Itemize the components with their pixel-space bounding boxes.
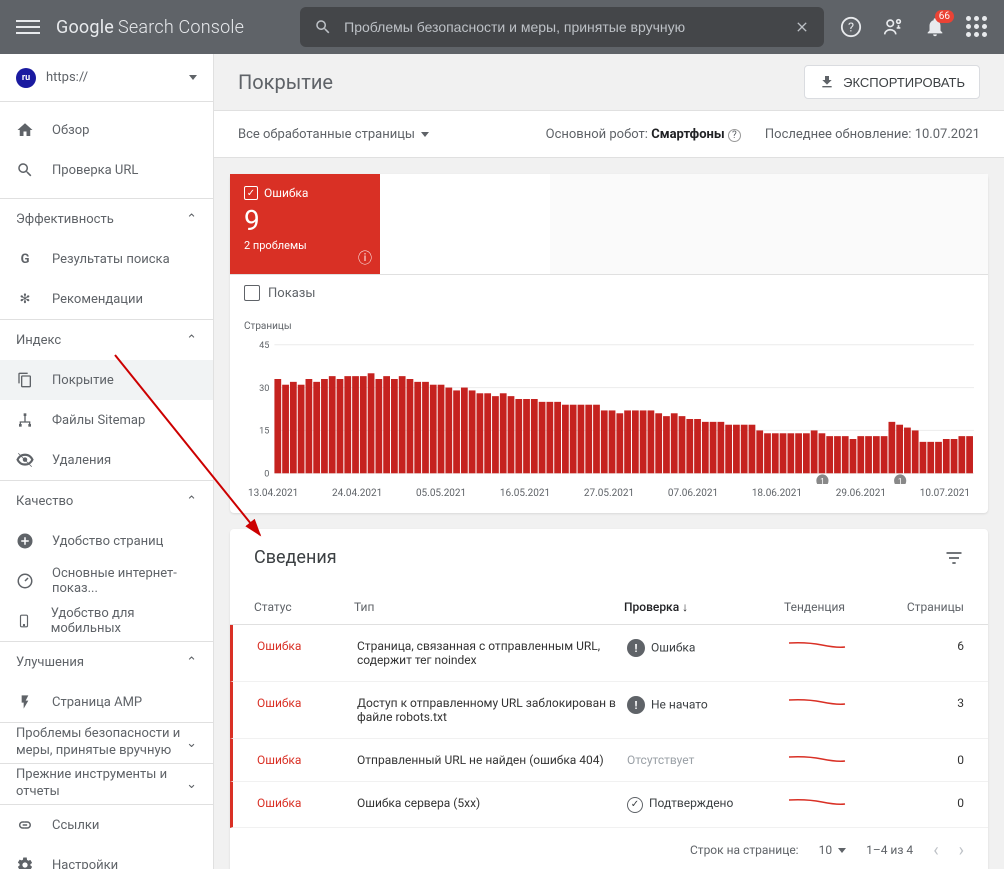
filter-icon[interactable] — [944, 548, 964, 568]
nav-url-check[interactable]: Проверка URL — [0, 150, 213, 190]
nav-overview[interactable]: Обзор — [0, 110, 213, 150]
nav-search-results[interactable]: GРезультаты поиска — [0, 239, 213, 279]
users-icon[interactable] — [882, 16, 904, 38]
hide-icon — [16, 451, 34, 469]
nav-settings[interactable]: Настройки — [0, 845, 213, 869]
tab-faded — [550, 174, 988, 274]
topbar: Google Search Console ? 66 — [0, 0, 1004, 54]
property-selector[interactable]: ru https:// — [0, 54, 213, 102]
section-improvements[interactable]: Улучшения⌃ — [0, 642, 213, 682]
download-icon — [819, 74, 835, 90]
filter-bar: Все обработанные страницы Основной робот… — [214, 110, 1004, 158]
nav-removals[interactable]: Удаления — [0, 440, 213, 480]
home-icon — [16, 121, 34, 139]
table-header: Статус Тип Проверка ↓ Тенденция Страницы — [230, 586, 988, 625]
page-prev[interactable]: ‹ — [933, 840, 938, 861]
nav-web-vitals[interactable]: Основные интернет-показ... — [0, 561, 213, 601]
arrow-down-icon: ↓ — [682, 600, 688, 614]
svg-text:30: 30 — [259, 383, 269, 394]
last-update: Последнее обновление: 10.07.2021 — [765, 127, 980, 142]
details-card: Сведения Статус Тип Проверка ↓ Тенденция… — [230, 529, 988, 869]
tab-error[interactable]: ✓Ошибка 9 2 проблемы ⓘ — [230, 174, 380, 274]
search-icon — [16, 161, 34, 179]
filter-dropdown[interactable]: Все обработанные страницы — [238, 127, 429, 142]
bolt-icon — [16, 693, 34, 711]
nav-amp[interactable]: Страница AMP — [0, 682, 213, 722]
svg-text:1: 1 — [820, 477, 825, 484]
sort-check[interactable]: Проверка ↓ — [624, 600, 784, 614]
search-input[interactable] — [344, 19, 782, 35]
pagination: Строк на странице: 10 1–4 из 4 ‹ › — [230, 828, 988, 869]
table-row[interactable]: ОшибкаДоступ к отправленному URL заблоки… — [230, 682, 988, 739]
menu-icon[interactable] — [16, 15, 40, 39]
rows-per-page-select[interactable]: 10 — [819, 843, 847, 857]
nav-links[interactable]: Ссылки — [0, 805, 213, 845]
section-index[interactable]: Индекс⌃ — [0, 320, 213, 360]
table-row[interactable]: ОшибкаОтправленный URL не найден (ошибка… — [230, 739, 988, 782]
export-button[interactable]: ЭКСПОРТИРОВАТЬ — [804, 65, 980, 99]
phone-icon — [16, 612, 33, 630]
content: Покрытие ЭКСПОРТИРОВАТЬ Все обработанные… — [214, 54, 1004, 869]
page-next[interactable]: › — [959, 840, 964, 861]
nav-recommendations[interactable]: ✻Рекомендации — [0, 279, 213, 319]
svg-text:15: 15 — [259, 425, 269, 436]
apps-icon[interactable] — [966, 16, 988, 38]
table-row[interactable]: ОшибкаОшибка сервера (5xx)✓Подтверждено0 — [230, 782, 988, 828]
tab-blank — [380, 174, 550, 274]
shows-toggle[interactable]: Показы — [230, 274, 988, 311]
favicon-icon: ru — [16, 68, 36, 88]
svg-text:?: ? — [848, 21, 854, 36]
nav-page-experience[interactable]: Удобство страниц — [0, 521, 213, 561]
chart: Страницы 015304511 13.04.202124.04.20210… — [230, 311, 988, 513]
chevron-down-icon — [838, 848, 846, 853]
gear-icon — [16, 856, 34, 869]
help-icon[interactable]: ? — [840, 16, 862, 38]
chart-card: ✓Ошибка 9 2 проблемы ⓘ Показы Страницы 0… — [230, 174, 988, 513]
chevron-up-icon: ⌃ — [186, 333, 197, 348]
chevron-down-icon: ⌄ — [186, 777, 197, 792]
section-effectiveness[interactable]: Эффективность⌃ — [0, 199, 213, 239]
checkbox-icon — [244, 285, 260, 301]
checkbox-icon: ✓ — [244, 186, 258, 200]
table-row[interactable]: ОшибкаСтраница, связанная с отправленным… — [230, 625, 988, 682]
chevron-down-icon: ⌄ — [186, 736, 197, 751]
svg-text:45: 45 — [259, 340, 269, 351]
notifications-icon[interactable]: 66 — [924, 16, 946, 38]
chevron-down-icon — [421, 132, 429, 137]
help-icon[interactable]: ? — [728, 129, 741, 142]
star-icon: ✻ — [16, 290, 34, 308]
nav-coverage[interactable]: Покрытие — [0, 360, 213, 400]
sitemap-icon — [16, 411, 34, 429]
chevron-up-icon: ⌃ — [186, 212, 197, 227]
primary-robot: Основной робот: Смартфоны ? — [546, 127, 741, 142]
svg-text:0: 0 — [264, 468, 269, 479]
logo[interactable]: Google Search Console — [56, 17, 244, 38]
close-icon[interactable] — [794, 19, 810, 35]
nav-sitemaps[interactable]: Файлы Sitemap — [0, 400, 213, 440]
pages-icon — [16, 371, 34, 389]
section-security[interactable]: Проблемы безопасности и меры, принятые в… — [0, 723, 213, 763]
section-quality[interactable]: Качество⌃ — [0, 481, 213, 521]
sidebar: ru https:// Обзор Проверка URL Эффективн… — [0, 54, 214, 869]
page-title: Покрытие — [238, 70, 333, 94]
chevron-up-icon: ⌃ — [186, 494, 197, 509]
gauge-icon — [16, 572, 34, 590]
notification-badge: 66 — [935, 10, 954, 23]
chevron-up-icon: ⌃ — [186, 655, 197, 670]
section-legacy[interactable]: Прежние инструменты и отчеты⌄ — [0, 764, 213, 804]
search-icon — [314, 18, 332, 36]
link-icon — [16, 816, 34, 834]
help-icon[interactable]: ⓘ — [358, 248, 372, 268]
google-icon: G — [16, 250, 34, 268]
nav-mobile[interactable]: Удобство для мобильных — [0, 601, 213, 641]
svg-text:1: 1 — [898, 477, 903, 484]
chevron-down-icon — [189, 75, 197, 80]
plus-circle-icon — [16, 532, 34, 550]
search-bar[interactable] — [300, 7, 824, 47]
details-title: Сведения — [254, 547, 337, 568]
